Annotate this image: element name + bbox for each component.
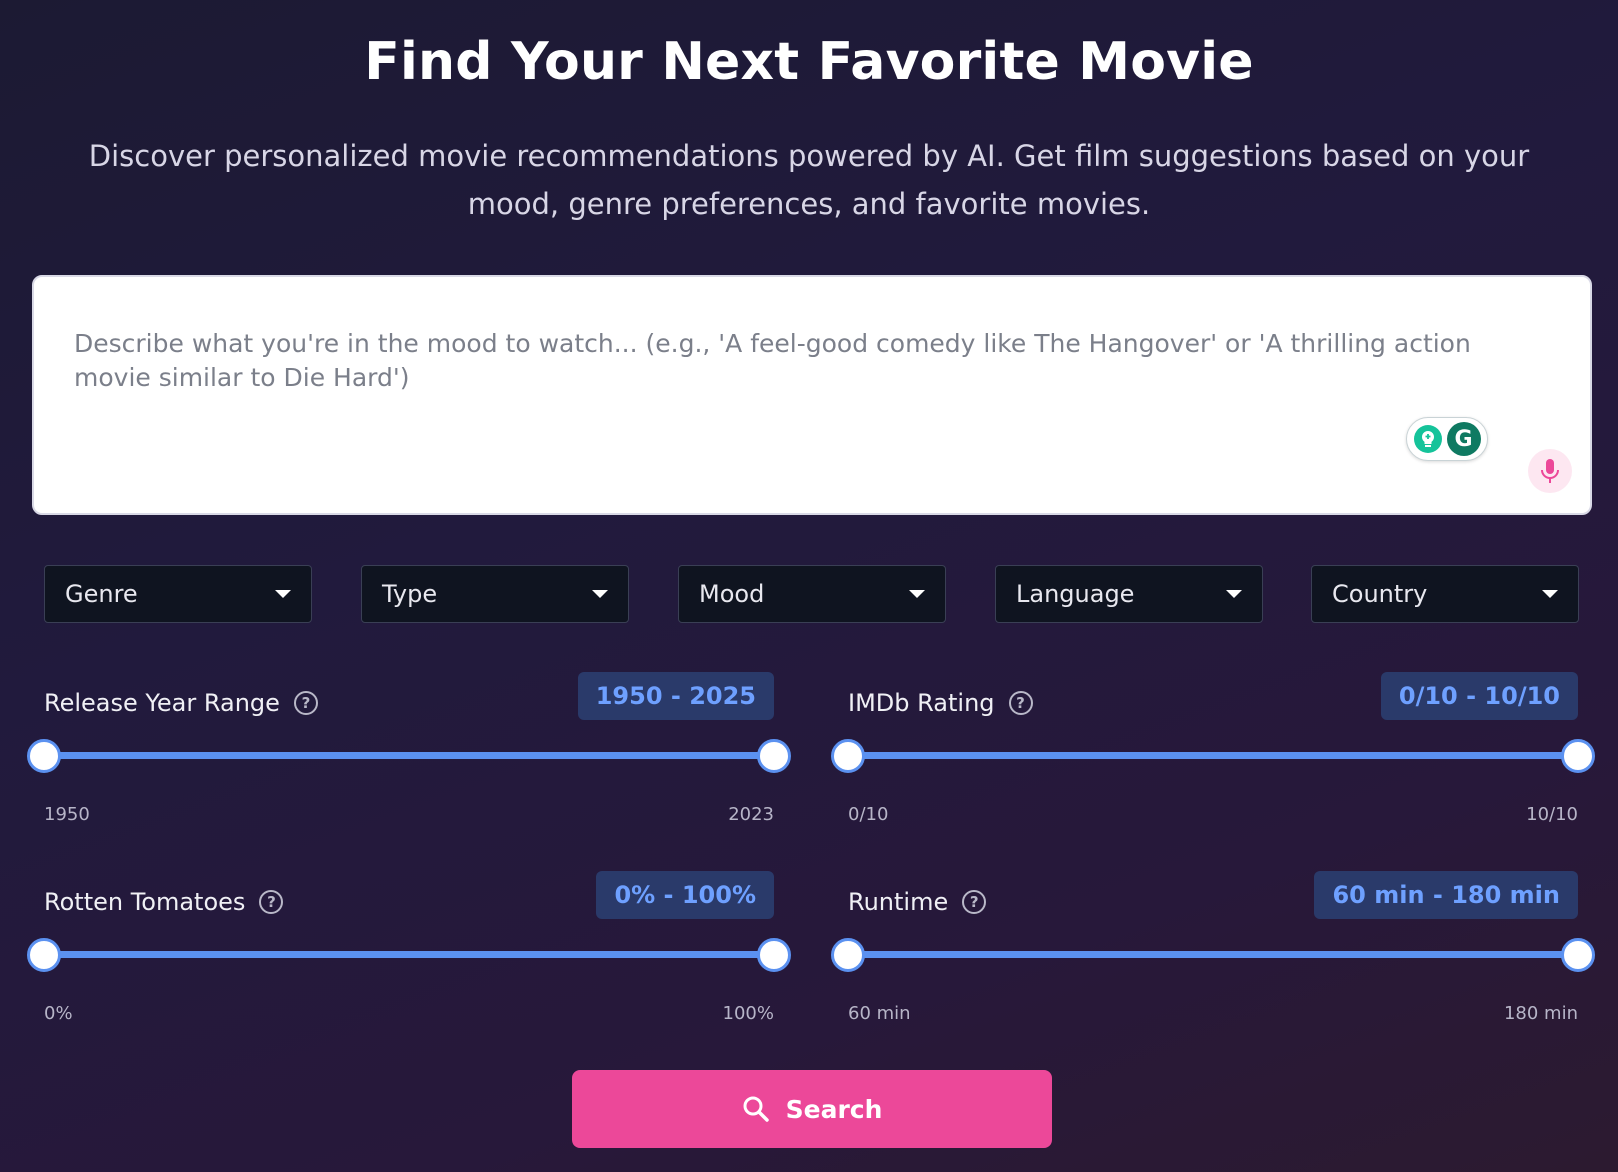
help-icon[interactable]: ? bbox=[259, 890, 284, 914]
chevron-down-icon bbox=[592, 590, 608, 598]
prompt-card: G bbox=[32, 275, 1592, 515]
runtime-label: Runtime ? bbox=[848, 888, 987, 916]
rotten-tomatoes-label-text: Rotten Tomatoes bbox=[44, 888, 246, 916]
runtime-min-label: 60 min bbox=[848, 1003, 911, 1024]
page-subtitle: Discover personalized movie recommendati… bbox=[88, 139, 1530, 221]
runtime-value-badge: 60 min - 180 min bbox=[1314, 871, 1578, 919]
type-select-label: Type bbox=[382, 580, 438, 608]
imdb-rating-min-label: 0/10 bbox=[848, 804, 889, 825]
release-year-label: Release Year Range ? bbox=[44, 689, 318, 717]
chevron-down-icon bbox=[1542, 590, 1558, 598]
rotten-tomatoes-min-label: 0% bbox=[44, 1003, 73, 1024]
chevron-down-icon bbox=[1226, 590, 1242, 598]
release-year-track[interactable] bbox=[44, 752, 774, 759]
grammarly-widget[interactable]: G bbox=[1406, 417, 1488, 461]
rotten-tomatoes-min-handle[interactable] bbox=[27, 938, 61, 972]
release-year-max-handle[interactable] bbox=[757, 739, 791, 773]
release-year-label-text: Release Year Range bbox=[44, 689, 280, 717]
rotten-tomatoes-max-handle[interactable] bbox=[757, 938, 791, 972]
imdb-rating-min-handle[interactable] bbox=[831, 739, 865, 773]
runtime-min-handle[interactable] bbox=[831, 938, 865, 972]
runtime-track[interactable] bbox=[848, 951, 1578, 958]
filter-bar: Genre Type Mood Language Country bbox=[44, 565, 1579, 623]
imdb-rating-label-text: IMDb Rating bbox=[848, 689, 995, 717]
mood-select-label: Mood bbox=[699, 580, 765, 608]
mood-select[interactable]: Mood bbox=[678, 565, 946, 623]
grammarly-icon: G bbox=[1446, 422, 1481, 456]
search-icon bbox=[743, 1096, 769, 1122]
runtime-max-handle[interactable] bbox=[1561, 938, 1595, 972]
chevron-down-icon bbox=[909, 590, 925, 598]
release-year-min-label: 1950 bbox=[44, 804, 90, 825]
search-button[interactable]: Search bbox=[572, 1070, 1052, 1148]
mood-prompt-input[interactable] bbox=[74, 327, 1494, 447]
rotten-tomatoes-track[interactable] bbox=[44, 951, 774, 958]
rotten-tomatoes-value-badge: 0% - 100% bbox=[596, 871, 774, 919]
imdb-rating-track[interactable] bbox=[848, 752, 1578, 759]
runtime-slider: Runtime ? 60 min - 180 min 60 min 180 mi… bbox=[831, 871, 1595, 1031]
genre-select[interactable]: Genre bbox=[44, 565, 312, 623]
country-select[interactable]: Country bbox=[1311, 565, 1579, 623]
imdb-rating-value-badge: 0/10 - 10/10 bbox=[1380, 672, 1578, 720]
microphone-icon bbox=[1541, 459, 1559, 483]
language-select[interactable]: Language bbox=[995, 565, 1263, 623]
imdb-rating-max-handle[interactable] bbox=[1561, 739, 1595, 773]
runtime-max-label: 180 min bbox=[1503, 1003, 1578, 1024]
imdb-rating-slider: IMDb Rating ? 0/10 - 10/10 0/10 10/10 bbox=[831, 672, 1595, 832]
release-year-slider: Release Year Range ? 1950 - 2025 1950 20… bbox=[27, 672, 791, 832]
type-select[interactable]: Type bbox=[361, 565, 629, 623]
chevron-down-icon bbox=[275, 590, 291, 598]
help-icon[interactable]: ? bbox=[1008, 691, 1033, 715]
imdb-rating-max-label: 10/10 bbox=[1526, 804, 1578, 825]
rotten-tomatoes-slider: Rotten Tomatoes ? 0% - 100% 0% 100% bbox=[27, 871, 791, 1031]
help-icon[interactable]: ? bbox=[293, 691, 318, 715]
help-icon[interactable]: ? bbox=[962, 890, 987, 914]
country-select-label: Country bbox=[1332, 580, 1428, 608]
search-button-label: Search bbox=[785, 1094, 883, 1124]
imdb-rating-label: IMDb Rating ? bbox=[848, 689, 1033, 717]
release-year-min-handle[interactable] bbox=[27, 739, 61, 773]
language-select-label: Language bbox=[1016, 580, 1135, 608]
microphone-button[interactable] bbox=[1528, 449, 1572, 493]
release-year-max-label: 2023 bbox=[728, 804, 774, 825]
genre-select-label: Genre bbox=[65, 580, 138, 608]
rotten-tomatoes-max-label: 100% bbox=[722, 1003, 774, 1024]
lightbulb-icon bbox=[1413, 425, 1442, 453]
page-title: Find Your Next Favorite Movie bbox=[364, 32, 1254, 92]
release-year-value-badge: 1950 - 2025 bbox=[577, 672, 774, 720]
rotten-tomatoes-label: Rotten Tomatoes ? bbox=[44, 888, 284, 916]
runtime-label-text: Runtime bbox=[848, 888, 949, 916]
